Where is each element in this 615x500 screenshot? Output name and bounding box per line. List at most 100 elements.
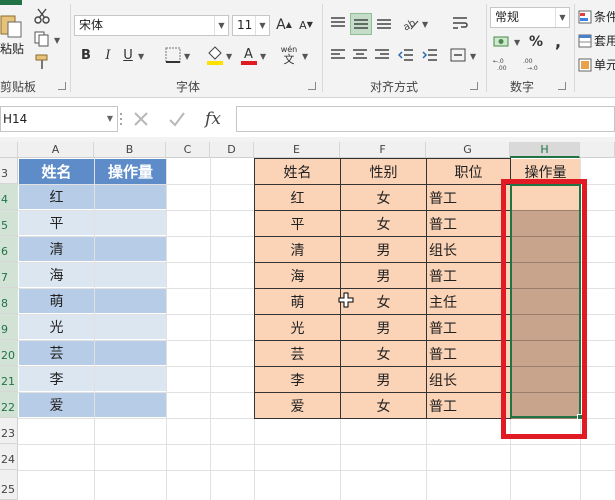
border-icon[interactable]	[164, 46, 182, 64]
align-bottom-icon[interactable]	[374, 13, 394, 33]
enter-check-icon[interactable]	[167, 109, 187, 129]
left-table-name-cell[interactable]: 爱	[19, 393, 94, 418]
row-header[interactable]: 6	[0, 236, 18, 262]
column-header-h[interactable]: H	[510, 142, 580, 158]
left-table-name-cell[interactable]: 平	[19, 211, 94, 236]
row-header[interactable]: 8	[0, 288, 18, 314]
copy-dropdown-icon[interactable]: ▼	[54, 36, 60, 45]
right-table-gender-cell[interactable]: 男	[341, 237, 427, 263]
left-table-name-cell[interactable]: 海	[19, 263, 94, 288]
align-left-icon[interactable]	[328, 45, 348, 65]
chevron-down-icon[interactable]: ▼	[214, 16, 228, 35]
left-table-workload-cell[interactable]	[95, 237, 166, 262]
right-table-gender-cell[interactable]: 女	[341, 393, 427, 419]
phonetic-dropdown-icon[interactable]: ▼	[302, 52, 308, 61]
cut-icon[interactable]	[34, 8, 50, 24]
paste-button-label[interactable]: 粘贴	[0, 40, 24, 57]
left-table-name-cell[interactable]: 清	[19, 237, 94, 262]
chevron-down-icon[interactable]: ▼	[107, 107, 113, 131]
align-middle-icon[interactable]	[350, 13, 372, 35]
left-table-workload-cell[interactable]	[95, 341, 166, 366]
right-table-gender-cell[interactable]: 男	[341, 263, 427, 289]
left-table-name-cell[interactable]: 李	[19, 367, 94, 392]
left-table-workload-cell[interactable]	[95, 289, 166, 314]
right-table-position-cell[interactable]: 普工	[427, 393, 511, 419]
name-box[interactable]: H14 ▼	[0, 106, 118, 132]
cell-styles-button[interactable]: 单元	[578, 56, 615, 73]
right-table-position-cell[interactable]: 普工	[427, 211, 511, 237]
right-table-position-cell[interactable]: 组长	[427, 237, 511, 263]
copy-icon[interactable]	[34, 31, 50, 47]
left-table-workload-cell[interactable]	[95, 185, 166, 210]
font-size-select[interactable]: 11 ▼	[232, 15, 270, 36]
merge-center-icon[interactable]	[448, 45, 468, 65]
border-dropdown-icon[interactable]: ▼	[184, 52, 190, 61]
left-table-workload-cell[interactable]	[95, 211, 166, 236]
grow-font-icon[interactable]: A ▲	[276, 17, 292, 33]
row-header[interactable]: 23	[0, 418, 18, 444]
left-table-header-name[interactable]: 姓名	[19, 159, 94, 184]
clipboard-dialog-launcher-icon[interactable]	[58, 82, 66, 90]
left-table-header-workload[interactable]: 操作量	[95, 159, 166, 184]
number-dialog-launcher-icon[interactable]	[558, 82, 566, 90]
alignment-dialog-launcher-icon[interactable]	[470, 82, 478, 90]
shrink-font-icon[interactable]: A ▼	[298, 17, 314, 33]
row-header[interactable]: 20	[0, 340, 18, 366]
align-center-icon[interactable]	[350, 45, 370, 65]
right-table-gender-cell[interactable]: 男	[341, 315, 427, 341]
right-table-position-cell[interactable]: 普工	[427, 263, 511, 289]
left-table-workload-cell[interactable]	[95, 315, 166, 340]
formula-input[interactable]	[236, 106, 615, 132]
formula-bar-splitter[interactable]	[119, 110, 123, 128]
format-painter-icon[interactable]	[34, 54, 50, 70]
right-table-position-cell[interactable]: 普工	[427, 315, 511, 341]
right-table-name-cell[interactable]: 平	[255, 211, 341, 237]
orientation-dropdown-icon[interactable]: ▼	[422, 20, 428, 29]
right-table-position-cell[interactable]: 普工	[427, 341, 511, 367]
right-table-name-cell[interactable]: 红	[255, 185, 341, 211]
right-table-name-cell[interactable]: 清	[255, 237, 341, 263]
font-color-icon[interactable]: A	[240, 44, 258, 66]
left-table-workload-cell[interactable]	[95, 367, 166, 392]
column-header-c[interactable]: C	[166, 142, 210, 158]
font-dialog-launcher-icon[interactable]	[308, 82, 316, 90]
italic-button[interactable]: I	[100, 46, 116, 64]
number-format-select[interactable]: 常规 ▼	[490, 7, 570, 28]
merge-dropdown-icon[interactable]: ▼	[470, 52, 476, 61]
underline-dropdown-icon[interactable]: ▼	[138, 52, 144, 61]
decrease-indent-icon[interactable]	[396, 45, 416, 65]
select-all-corner[interactable]	[0, 142, 18, 158]
comma-style-button[interactable]: ,	[550, 33, 566, 51]
right-table-header-position[interactable]: 职位	[427, 159, 511, 185]
accounting-format-icon[interactable]	[492, 33, 512, 51]
right-table-position-cell[interactable]: 主任	[427, 289, 511, 315]
right-table-name-cell[interactable]: 李	[255, 367, 341, 393]
phonetic-guide-icon[interactable]: wén 文	[278, 44, 300, 66]
increase-indent-icon[interactable]	[420, 45, 440, 65]
fill-color-dropdown-icon[interactable]: ▼	[226, 52, 232, 61]
bold-button[interactable]: B	[78, 46, 94, 64]
cancel-icon[interactable]	[131, 109, 151, 129]
font-name-select[interactable]: 宋体 ▼	[74, 15, 229, 36]
underline-button[interactable]: U	[120, 46, 136, 64]
row-header[interactable]: 25	[0, 470, 18, 500]
chevron-down-icon[interactable]: ▼	[555, 8, 569, 27]
insert-function-icon[interactable]: fx	[201, 108, 225, 130]
font-color-dropdown-icon[interactable]: ▼	[260, 52, 266, 61]
right-table-position-cell[interactable]: 组长	[427, 367, 511, 393]
right-table-gender-cell[interactable]: 女	[341, 341, 427, 367]
right-table-name-cell[interactable]: 爱	[255, 393, 341, 419]
right-table-name-cell[interactable]: 芸	[255, 341, 341, 367]
right-table-gender-cell[interactable]: 男	[341, 367, 427, 393]
wrap-text-icon[interactable]	[450, 13, 470, 33]
column-header-b[interactable]: B	[94, 142, 166, 158]
left-table-name-cell[interactable]: 萌	[19, 289, 94, 314]
chevron-down-icon[interactable]: ▼	[255, 16, 269, 35]
row-header[interactable]: 22	[0, 392, 18, 418]
row-header[interactable]: 3	[0, 158, 18, 184]
column-header-f[interactable]: F	[340, 142, 426, 158]
format-as-table-button[interactable]: 套用	[578, 32, 615, 49]
column-header-e[interactable]: E	[254, 142, 340, 158]
right-table-gender-cell[interactable]: 女	[341, 185, 427, 211]
row-header[interactable]: 9	[0, 314, 18, 340]
